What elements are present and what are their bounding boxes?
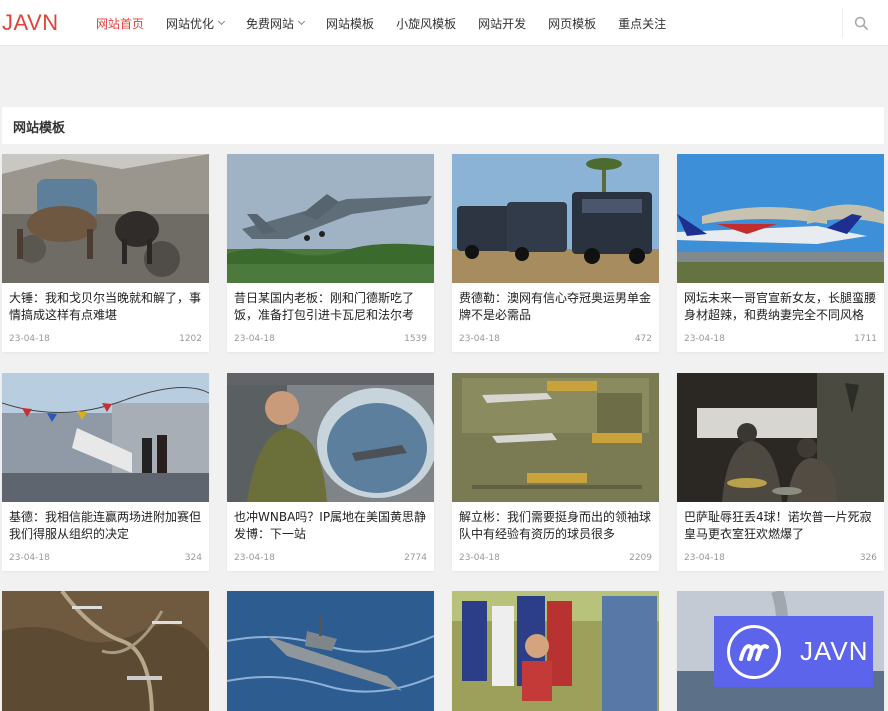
- article-title[interactable]: 巴萨耻辱狂丢4球！诺坎普一片死寂皇马更衣室狂欢燃爆了: [677, 502, 884, 544]
- article-views: 472: [634, 334, 652, 344]
- article-date: 23-04-18: [234, 553, 275, 563]
- article-views: 2774: [404, 553, 427, 563]
- nav-item-label: 网站开发: [478, 16, 527, 31]
- article-date: 23-04-18: [459, 553, 500, 563]
- article-thumbnail[interactable]: [227, 591, 434, 711]
- nav-item-home[interactable]: 网站首页: [96, 15, 144, 32]
- article-card[interactable]: 基德：我相信能连赢两场进附加赛但我们得服从组织的决定 23-04-18 324: [2, 373, 209, 571]
- nav-item-label: 网页模板: [548, 16, 597, 31]
- article-card[interactable]: 解立彬：我们需要挺身而出的领袖球队中有经验有资历的球员很多 23-04-18 2…: [452, 373, 659, 571]
- article-views: 1202: [179, 334, 202, 344]
- article-thumbnail[interactable]: [227, 154, 434, 283]
- section-title: 网站模板: [13, 121, 66, 136]
- article-thumbnail[interactable]: [227, 373, 434, 502]
- article-card[interactable]: 昔日某国内老板：刚和门德斯吃了饭，准备打包引进卡瓦尼和法尔考 23-04-18 …: [227, 154, 434, 352]
- nav-item-dev[interactable]: 网站开发: [478, 15, 526, 32]
- search-button[interactable]: [842, 8, 880, 38]
- nav-item-label: 网站模板: [326, 16, 375, 31]
- nav-item-xiaoxuanfeng[interactable]: 小旋风模板: [396, 15, 456, 32]
- article-card[interactable]: 网坛未来一哥官宣新女友，长腿蛮腰身材超辣，和费纳妻完全不同风格 23-04-18…: [677, 154, 884, 352]
- article-thumbnail[interactable]: [2, 591, 209, 711]
- chevron-down-icon: [298, 17, 306, 26]
- article-card[interactable]: 也冲WNBA吗？IP属地在美国黄思静发博：下一站 23-04-18 2774: [227, 373, 434, 571]
- article-views: 324: [184, 553, 202, 563]
- section-header: 网站模板: [2, 107, 884, 144]
- article-card[interactable]: 费德勒：澳网有信心夺冠奥运男单金牌不是必需品 23-04-18 472: [452, 154, 659, 352]
- article-thumbnail[interactable]: [2, 154, 209, 283]
- article-title[interactable]: 昔日某国内老板：刚和门德斯吃了饭，准备打包引进卡瓦尼和法尔考: [227, 283, 434, 325]
- article-thumbnail[interactable]: [452, 591, 659, 711]
- article-date: 23-04-18: [684, 334, 725, 344]
- article-date: 23-04-18: [9, 334, 50, 344]
- article-meta: 23-04-18 472: [452, 325, 659, 352]
- article-thumbnail[interactable]: [677, 373, 884, 502]
- nav-item-label: 重点关注: [618, 16, 667, 31]
- article-meta: 23-04-18 1539: [227, 325, 434, 352]
- nav-item-site-templates[interactable]: 网站模板: [326, 15, 374, 32]
- chevron-down-icon: [217, 17, 226, 26]
- article-meta: 23-04-18 324: [2, 544, 209, 571]
- article-title[interactable]: 也冲WNBA吗？IP属地在美国黄思静发博：下一站: [227, 502, 434, 544]
- nav-item-label: 小旋风模板: [396, 16, 457, 31]
- article-date: 23-04-18: [459, 334, 500, 344]
- article-thumbnail[interactable]: [2, 373, 209, 502]
- watermark-text: JAVN: [800, 636, 869, 666]
- article-title[interactable]: 费德勒：澳网有信心夺冠奥运男单金牌不是必需品: [452, 283, 659, 325]
- article-card[interactable]: [452, 591, 659, 711]
- article-meta: 23-04-18 1711: [677, 325, 884, 352]
- top-navbar: JAVN 网站首页 网站优化 免费网站 网站模板 小旋风模板 网站开发 网页模板…: [0, 0, 888, 46]
- article-views: 1711: [854, 334, 877, 344]
- nav-item-label: 免费网站: [246, 16, 295, 31]
- nav-item-seo[interactable]: 网站优化: [166, 15, 226, 32]
- site-logo[interactable]: JAVN: [2, 10, 59, 36]
- javn-logo-icon: [727, 624, 781, 679]
- article-views: 1539: [404, 334, 427, 344]
- article-date: 23-04-18: [234, 334, 275, 344]
- article-views: 326: [859, 553, 877, 563]
- article-views: 2209: [629, 553, 652, 563]
- nav-item-web-templates[interactable]: 网页模板: [548, 15, 596, 32]
- article-title[interactable]: 网坛未来一哥官宣新女友，长腿蛮腰身材超辣，和费纳妻完全不同风格: [677, 283, 884, 325]
- javn-watermark: JAVN: [714, 616, 873, 687]
- article-thumbnail[interactable]: [452, 373, 659, 502]
- article-meta: 23-04-18 2774: [227, 544, 434, 571]
- nav-item-focus[interactable]: 重点关注: [618, 15, 666, 32]
- article-card[interactable]: 巴萨耻辱狂丢4球！诺坎普一片死寂皇马更衣室狂欢燃爆了 23-04-18 326: [677, 373, 884, 571]
- article-title[interactable]: 大锤：我和戈贝尔当晚就和解了，事情搞成这样有点难堪: [2, 283, 209, 325]
- article-card[interactable]: 大锤：我和戈贝尔当晚就和解了，事情搞成这样有点难堪 23-04-18 1202: [2, 154, 209, 352]
- article-title[interactable]: 解立彬：我们需要挺身而出的领袖球队中有经验有资历的球员很多: [452, 502, 659, 544]
- main-nav: 网站首页 网站优化 免费网站 网站模板 小旋风模板 网站开发 网页模板 重点关注: [96, 0, 688, 46]
- article-thumbnail[interactable]: [677, 154, 884, 283]
- nav-item-free-sites[interactable]: 免费网站: [246, 15, 306, 32]
- article-meta: 23-04-18 1202: [2, 325, 209, 352]
- article-date: 23-04-18: [684, 553, 725, 563]
- article-thumbnail[interactable]: [452, 154, 659, 283]
- search-icon: [854, 16, 869, 30]
- article-card[interactable]: [227, 591, 434, 711]
- nav-item-label: 网站首页: [96, 16, 145, 31]
- article-title[interactable]: 基德：我相信能连赢两场进附加赛但我们得服从组织的决定: [2, 502, 209, 544]
- article-meta: 23-04-18 326: [677, 544, 884, 571]
- article-meta: 23-04-18 2209: [452, 544, 659, 571]
- article-date: 23-04-18: [9, 553, 50, 563]
- article-card[interactable]: [2, 591, 209, 711]
- nav-item-label: 网站优化: [166, 16, 215, 31]
